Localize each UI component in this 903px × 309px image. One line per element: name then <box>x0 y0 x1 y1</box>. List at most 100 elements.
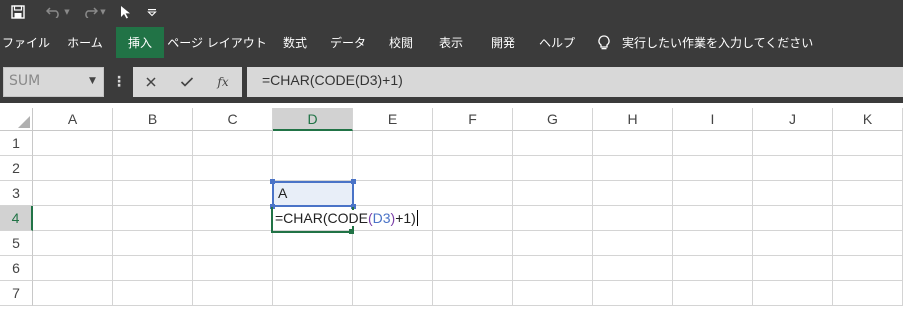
cell-b1[interactable] <box>113 131 193 156</box>
column-header-d[interactable]: D <box>273 108 353 131</box>
cell-h3[interactable] <box>593 181 673 206</box>
fill-handle[interactable] <box>349 229 354 234</box>
cell-c1[interactable] <box>193 131 273 156</box>
cell-f5[interactable] <box>433 231 513 256</box>
tab-home[interactable]: ホーム <box>60 27 110 58</box>
cell-b5[interactable] <box>113 231 193 256</box>
cell-g7[interactable] <box>513 281 593 306</box>
check-icon[interactable] <box>169 67 205 97</box>
column-header-b[interactable]: B <box>113 108 193 131</box>
cell-b3[interactable] <box>113 181 193 206</box>
row-header-5[interactable]: 5 <box>0 231 33 256</box>
tab-view[interactable]: 表示 <box>430 27 472 58</box>
cell-k6[interactable] <box>833 256 903 281</box>
cell-d6[interactable] <box>273 256 353 281</box>
cell-h2[interactable] <box>593 156 673 181</box>
save-icon[interactable] <box>8 0 28 24</box>
cell-d1[interactable] <box>273 131 353 156</box>
formula-input[interactable]: =CHAR(CODE(D3)+1) <box>247 67 903 97</box>
column-header-f[interactable]: F <box>433 108 513 131</box>
cell-a4[interactable] <box>33 206 113 231</box>
cell-b6[interactable] <box>113 256 193 281</box>
customize-icon[interactable] <box>144 0 160 24</box>
cell-f4[interactable] <box>433 206 513 231</box>
cell-e7[interactable] <box>353 281 433 306</box>
cursor-icon[interactable] <box>116 0 134 24</box>
cell-i2[interactable] <box>673 156 753 181</box>
cell-i4[interactable] <box>673 206 753 231</box>
cell-f1[interactable] <box>433 131 513 156</box>
column-header-i[interactable]: I <box>673 108 753 131</box>
cell-d7[interactable] <box>273 281 353 306</box>
cell-f7[interactable] <box>433 281 513 306</box>
undo-icon[interactable]: ▼ <box>44 0 72 24</box>
select-all-button[interactable] <box>0 108 33 131</box>
insert-function-button[interactable]: fx <box>205 67 241 97</box>
cell-j1[interactable] <box>753 131 833 156</box>
cell-f2[interactable] <box>433 156 513 181</box>
cell-e5[interactable] <box>353 231 433 256</box>
cell-j2[interactable] <box>753 156 833 181</box>
row-header-6[interactable]: 6 <box>0 256 33 281</box>
cell-a1[interactable] <box>33 131 113 156</box>
cell-d5[interactable] <box>273 231 353 256</box>
tab-file[interactable]: ファイル <box>0 27 52 58</box>
cell-g3[interactable] <box>513 181 593 206</box>
cell-c6[interactable] <box>193 256 273 281</box>
cell-c4[interactable] <box>193 206 273 231</box>
cell-c5[interactable] <box>193 231 273 256</box>
cell-i1[interactable] <box>673 131 753 156</box>
cell-h7[interactable] <box>593 281 673 306</box>
tell-me-search[interactable]: 実行したい作業を入力してください <box>598 27 813 58</box>
cell-k3[interactable] <box>833 181 903 206</box>
cell-e2[interactable] <box>353 156 433 181</box>
cell-e1[interactable] <box>353 131 433 156</box>
tab-developer[interactable]: 開発 <box>482 27 524 58</box>
cell-g4[interactable] <box>513 206 593 231</box>
tab-page-layout[interactable]: ページ レイアウト <box>167 27 267 58</box>
tab-data[interactable]: データ <box>324 27 372 58</box>
chevron-down-icon[interactable]: ▼ <box>89 76 96 86</box>
row-header-3[interactable]: 3 <box>0 181 33 206</box>
cell-c7[interactable] <box>193 281 273 306</box>
cell-h1[interactable] <box>593 131 673 156</box>
cell-i7[interactable] <box>673 281 753 306</box>
cell-b2[interactable] <box>113 156 193 181</box>
cell-a7[interactable] <box>33 281 113 306</box>
redo-icon[interactable]: ▼ <box>80 0 108 24</box>
cell-k1[interactable] <box>833 131 903 156</box>
column-header-h[interactable]: H <box>593 108 673 131</box>
cell-f3[interactable] <box>433 181 513 206</box>
row-header-7[interactable]: 7 <box>0 281 33 306</box>
cell-a2[interactable] <box>33 156 113 181</box>
cell-g1[interactable] <box>513 131 593 156</box>
column-header-g[interactable]: G <box>513 108 593 131</box>
cell-b7[interactable] <box>113 281 193 306</box>
column-header-c[interactable]: C <box>193 108 273 131</box>
column-header-a[interactable]: A <box>33 108 113 131</box>
cell-h5[interactable] <box>593 231 673 256</box>
row-header-2[interactable]: 2 <box>0 156 33 181</box>
close-icon[interactable] <box>133 67 169 97</box>
cell-k7[interactable] <box>833 281 903 306</box>
cell-e6[interactable] <box>353 256 433 281</box>
tab-insert[interactable]: 挿入 <box>116 27 164 58</box>
cell-k2[interactable] <box>833 156 903 181</box>
cell-h4[interactable] <box>593 206 673 231</box>
cell-j5[interactable] <box>753 231 833 256</box>
resize-handle[interactable] <box>270 179 275 184</box>
tab-help[interactable]: ヘルプ <box>532 27 582 58</box>
resize-handle[interactable] <box>351 179 356 184</box>
cell-g6[interactable] <box>513 256 593 281</box>
cell-d4-editor[interactable]: =CHAR(CODE(D3)+1) <box>275 210 420 226</box>
cell-j7[interactable] <box>753 281 833 306</box>
column-header-j[interactable]: J <box>753 108 833 131</box>
cell-g5[interactable] <box>513 231 593 256</box>
column-header-k[interactable]: K <box>833 108 903 131</box>
cell-i5[interactable] <box>673 231 753 256</box>
cell-j4[interactable] <box>753 206 833 231</box>
cell-d2[interactable] <box>273 156 353 181</box>
cell-i6[interactable] <box>673 256 753 281</box>
tab-formulas[interactable]: 数式 <box>274 27 316 58</box>
more-icon[interactable]: ⋮ <box>111 67 127 97</box>
